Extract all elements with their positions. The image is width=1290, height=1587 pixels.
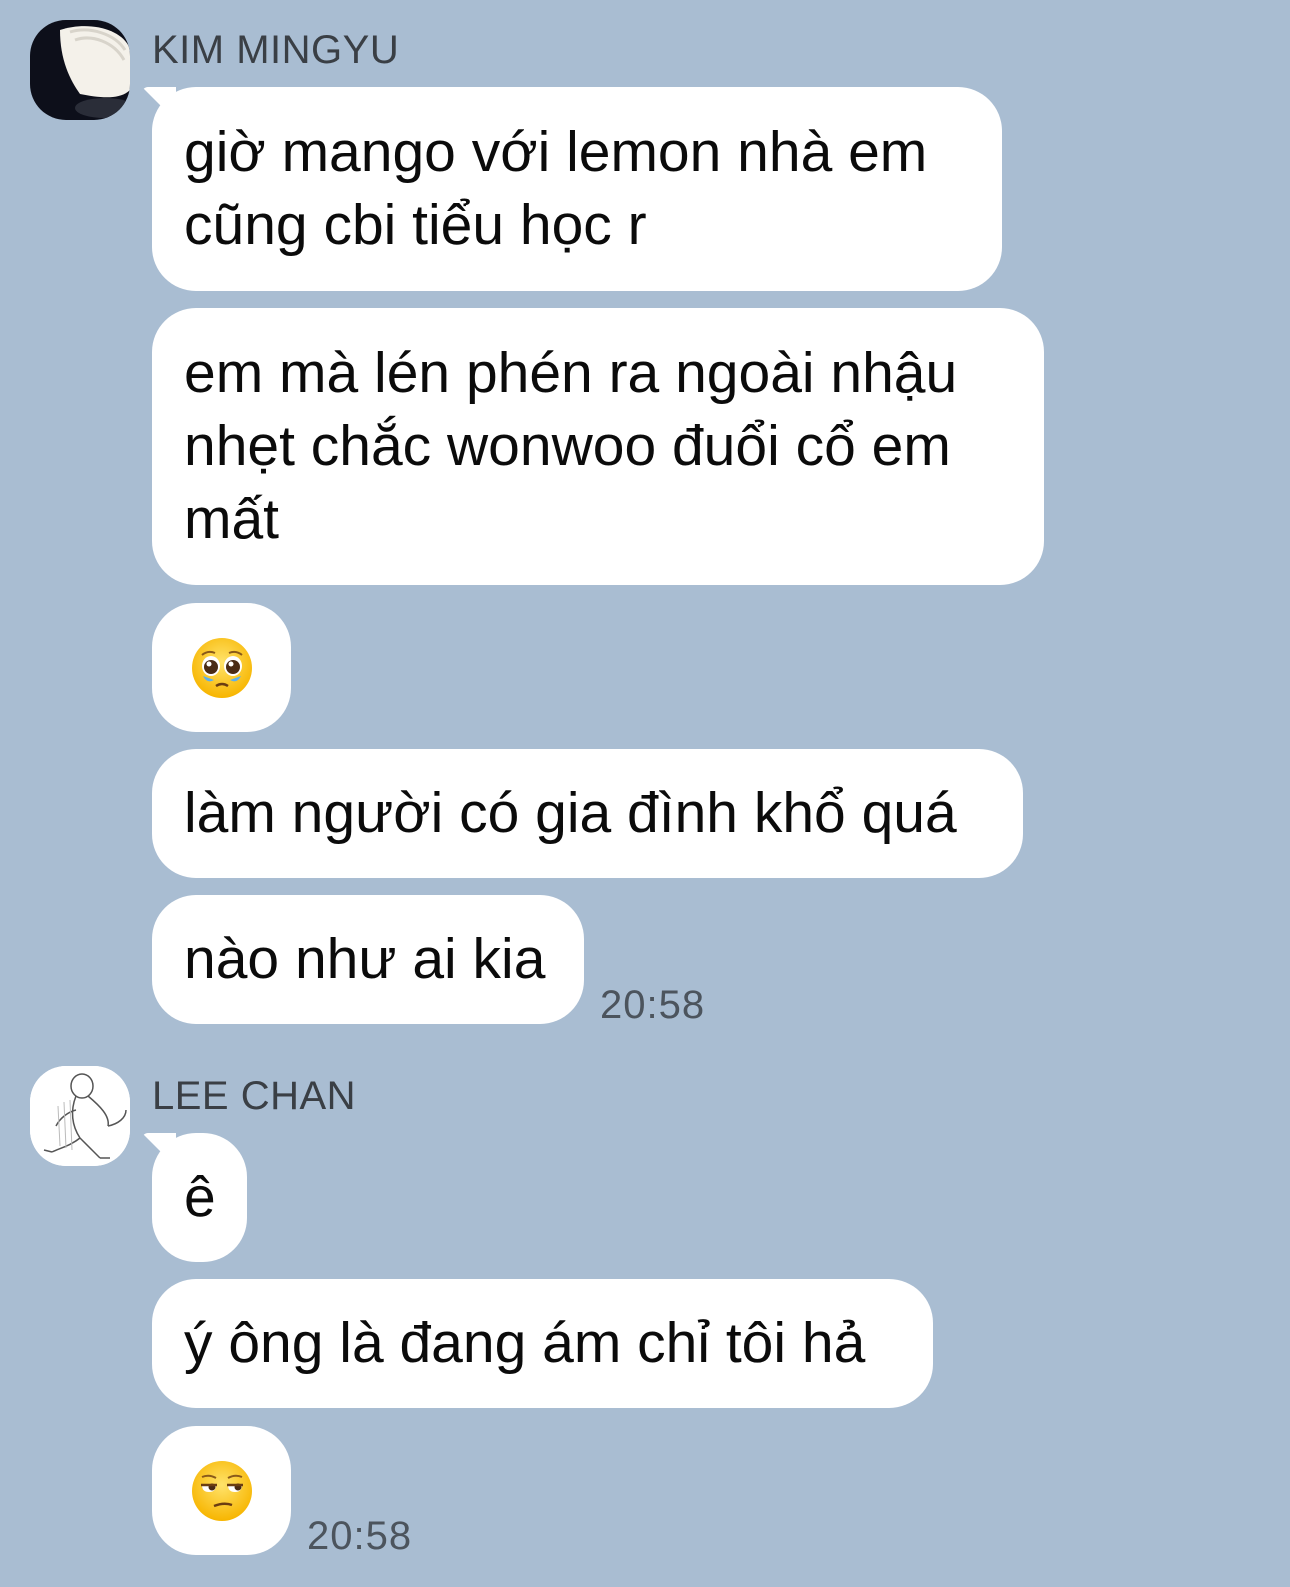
dark-photo-avatar-icon — [30, 20, 130, 120]
avatar-kim-mingyu[interactable] — [30, 20, 130, 120]
unamused-face-emoji-icon — [191, 1460, 252, 1521]
sender-name: LEE CHAN — [152, 1074, 357, 1118]
avatar-lee-chan[interactable] — [30, 1066, 130, 1166]
message-bubble[interactable]: em mà lén phén ra ngoài nhậu nhẹt chắc w… — [152, 308, 1044, 585]
message-timestamp: 20:58 — [307, 1514, 413, 1558]
message-bubble[interactable]: ê — [152, 1133, 247, 1262]
message-bubble[interactable]: giờ mango với lemon nhà em cũng cbi tiểu… — [152, 87, 1002, 291]
message-bubble[interactable]: ý ông là đang ám chỉ tôi hả — [152, 1279, 933, 1408]
pleading-face-emoji-icon — [191, 637, 252, 698]
message-timestamp: 20:58 — [600, 983, 706, 1027]
sender-name: KIM MINGYU — [152, 28, 400, 72]
sketch-drawing-avatar-icon — [30, 1066, 130, 1166]
emoji-message-bubble[interactable] — [152, 603, 291, 732]
message-bubble[interactable]: làm người có gia đình khổ quá — [152, 749, 1023, 878]
emoji-message-bubble[interactable] — [152, 1426, 291, 1555]
message-bubble[interactable]: nào như ai kia — [152, 895, 584, 1024]
